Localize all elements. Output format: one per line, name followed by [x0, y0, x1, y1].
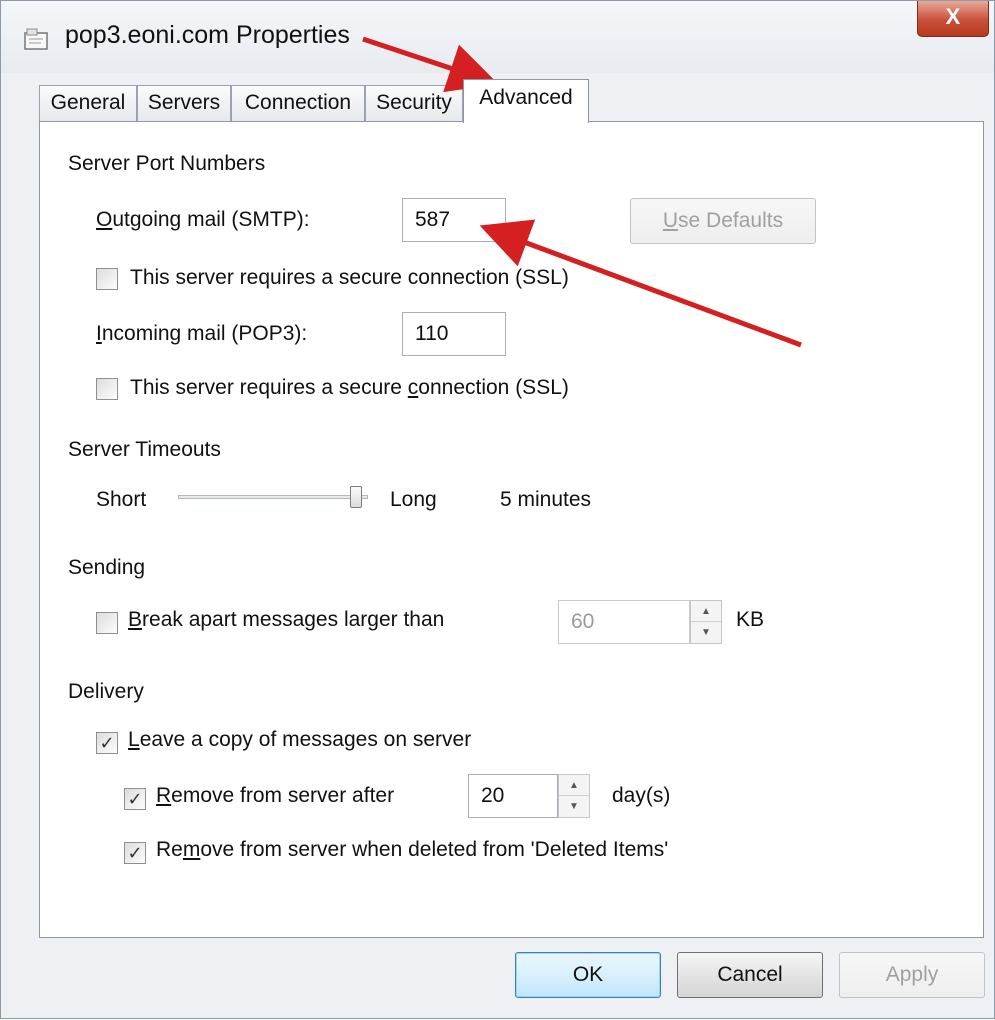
- mail-account-icon: [24, 28, 48, 50]
- properties-dialog: pop3.eoni.com Properties X General Serve…: [0, 0, 995, 1019]
- group-divider: [170, 690, 810, 691]
- tab-general[interactable]: General: [39, 85, 137, 121]
- break-apart-checkbox[interactable]: [96, 612, 118, 634]
- tab-label: Security: [376, 91, 452, 114]
- remove-after-checkbox[interactable]: ✓: [124, 788, 146, 810]
- spin-down-icon[interactable]: ▼: [559, 796, 589, 817]
- incoming-mail-label: Incoming mail (POP3):: [96, 322, 308, 345]
- tab-security[interactable]: Security: [365, 85, 463, 121]
- remove-after-unit: day(s): [612, 784, 671, 807]
- tab-servers[interactable]: Servers: [137, 85, 231, 121]
- break-apart-size-input[interactable]: 60: [558, 600, 690, 644]
- break-apart-unit: KB: [736, 608, 765, 631]
- incoming-port-input[interactable]: 110: [402, 312, 506, 356]
- remove-after-days-input[interactable]: 20: [468, 774, 558, 818]
- group-divider: [335, 162, 840, 163]
- timeout-slider-thumb[interactable]: [350, 486, 362, 508]
- remove-after-label: Remove from server after: [156, 784, 395, 807]
- spin-up-icon[interactable]: ▲: [691, 601, 721, 622]
- incoming-ssl-label: This server requires a secure connection…: [130, 376, 569, 399]
- tab-label: Connection: [244, 91, 352, 114]
- dialog-footer: OK Cancel Apply: [1, 938, 994, 1018]
- apply-button[interactable]: Apply: [839, 952, 985, 998]
- window-title: pop3.eoni.com Properties: [65, 21, 350, 49]
- group-divider: [178, 564, 813, 565]
- title-bar: pop3.eoni.com Properties X: [1, 1, 994, 73]
- timeout-long-label: Long: [390, 488, 437, 511]
- remove-deleted-checkbox[interactable]: ✓: [124, 842, 146, 864]
- group-heading-server-timeouts: Server Timeouts: [68, 438, 221, 461]
- break-apart-spinner[interactable]: ▲ ▼: [690, 600, 722, 644]
- tab-label: Advanced: [479, 86, 573, 109]
- close-button[interactable]: X: [917, 1, 989, 37]
- group-divider: [270, 450, 815, 451]
- spin-up-icon[interactable]: ▲: [559, 775, 589, 796]
- tab-label: Servers: [147, 91, 221, 114]
- remove-after-spinner[interactable]: ▲ ▼: [558, 774, 590, 818]
- outgoing-port-input[interactable]: 587: [402, 198, 506, 242]
- incoming-ssl-checkbox[interactable]: [96, 378, 118, 400]
- remove-deleted-label: Remove from server when deleted from 'De…: [156, 838, 669, 861]
- ok-button[interactable]: OK: [515, 952, 661, 998]
- timeout-value: 5 minutes: [500, 488, 592, 511]
- close-icon: X: [945, 4, 961, 29]
- outgoing-mail-label: Outgoing mail (SMTP):: [96, 208, 310, 231]
- leave-copy-label: Leave a copy of messages on server: [128, 728, 472, 751]
- timeout-slider-track[interactable]: [178, 495, 368, 499]
- cancel-button[interactable]: Cancel: [677, 952, 823, 998]
- spin-down-icon[interactable]: ▼: [691, 622, 721, 643]
- group-heading-server-ports: Server Port Numbers: [68, 152, 266, 175]
- checkmark-icon: ✓: [127, 789, 143, 809]
- use-defaults-button[interactable]: Use Defaults: [630, 198, 816, 244]
- timeout-short-label: Short: [96, 488, 147, 511]
- group-heading-sending: Sending: [68, 556, 146, 579]
- leave-copy-checkbox[interactable]: ✓: [96, 732, 118, 754]
- checkmark-icon: ✓: [127, 843, 143, 863]
- tab-advanced[interactable]: Advanced: [463, 79, 589, 123]
- group-heading-delivery: Delivery: [68, 680, 144, 703]
- checkmark-icon: ✓: [99, 733, 115, 753]
- break-apart-label: Break apart messages larger than: [128, 608, 445, 631]
- advanced-tab-panel: Server Port Numbers Outgoing mail (SMTP)…: [39, 121, 984, 938]
- outgoing-ssl-label: This server requires a secure connection…: [130, 266, 569, 289]
- outgoing-ssl-checkbox[interactable]: [96, 268, 118, 290]
- tab-connection[interactable]: Connection: [231, 85, 365, 121]
- tab-label: General: [50, 91, 126, 114]
